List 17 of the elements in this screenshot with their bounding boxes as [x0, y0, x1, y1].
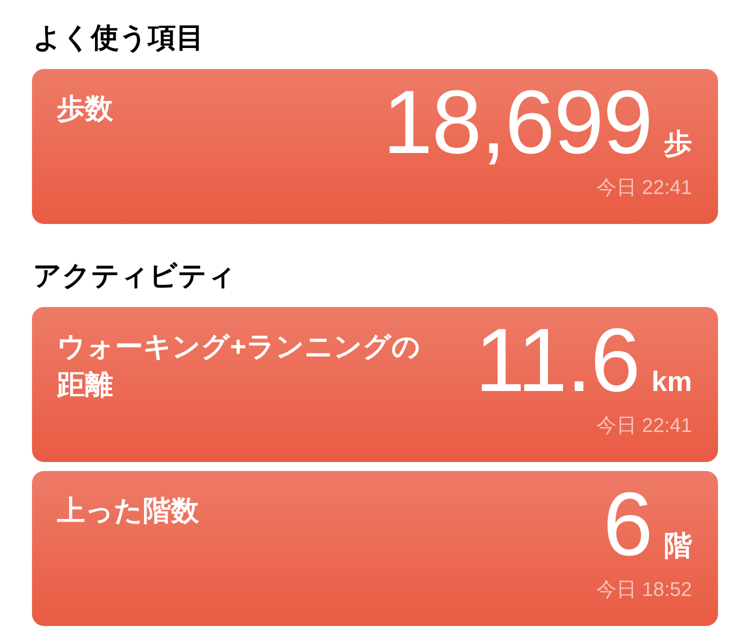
metric-unit: 階	[664, 530, 692, 562]
metric-card[interactable]: 上った階数 6 階 今日 18:52	[32, 471, 718, 626]
metric-value: 11.6	[475, 316, 640, 406]
section-heading: よく使う項目	[33, 21, 204, 55]
metric-value: 18,699	[382, 78, 652, 168]
metric-title: ウォーキング+ランニングの距離	[57, 330, 422, 402]
timestamp: 今日 22:41	[596, 414, 692, 438]
metric-title: 上った階数	[57, 494, 199, 528]
metric-card[interactable]: 歩数 18,699 歩 今日 22:41	[32, 69, 718, 224]
metric-unit: 歩	[664, 128, 692, 160]
timestamp: 今日 22:41	[596, 176, 692, 200]
metric-unit: km	[652, 366, 692, 398]
metric-value: 6	[602, 480, 652, 570]
metric-card[interactable]: ウォーキング+ランニングの距離 11.6 km 今日 22:41	[32, 307, 718, 462]
section-heading: アクティビティ	[33, 259, 236, 293]
metric-title: 歩数	[57, 92, 113, 126]
timestamp: 今日 18:52	[596, 578, 692, 602]
